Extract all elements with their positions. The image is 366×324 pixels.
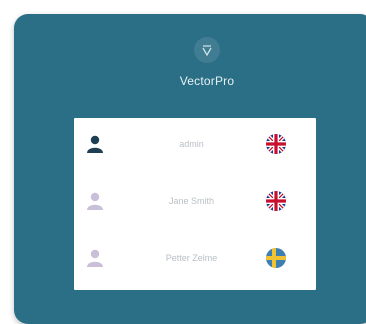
app-name: VectorPro: [179, 74, 235, 88]
uk-flag-icon: [266, 134, 286, 154]
user-icon: [87, 135, 103, 153]
login-panel: VectorPro admin Jane Smith Petter Zelme: [14, 14, 366, 324]
user-row-jane-smith[interactable]: Jane Smith: [74, 175, 316, 232]
uk-flag-icon: [266, 191, 286, 211]
user-list: admin Jane Smith Petter Zelme: [74, 118, 316, 290]
user-icon: [87, 249, 103, 267]
user-name: admin: [179, 139, 204, 149]
user-name: Petter Zelme: [165, 253, 218, 263]
user-row-admin[interactable]: admin: [74, 118, 316, 175]
user-row-petter-zelme[interactable]: Petter Zelme: [74, 232, 316, 289]
user-icon: [87, 192, 103, 210]
vectorpro-logo-icon: [194, 37, 220, 63]
user-name: Jane Smith: [168, 196, 215, 206]
sweden-flag-icon: [266, 248, 286, 268]
